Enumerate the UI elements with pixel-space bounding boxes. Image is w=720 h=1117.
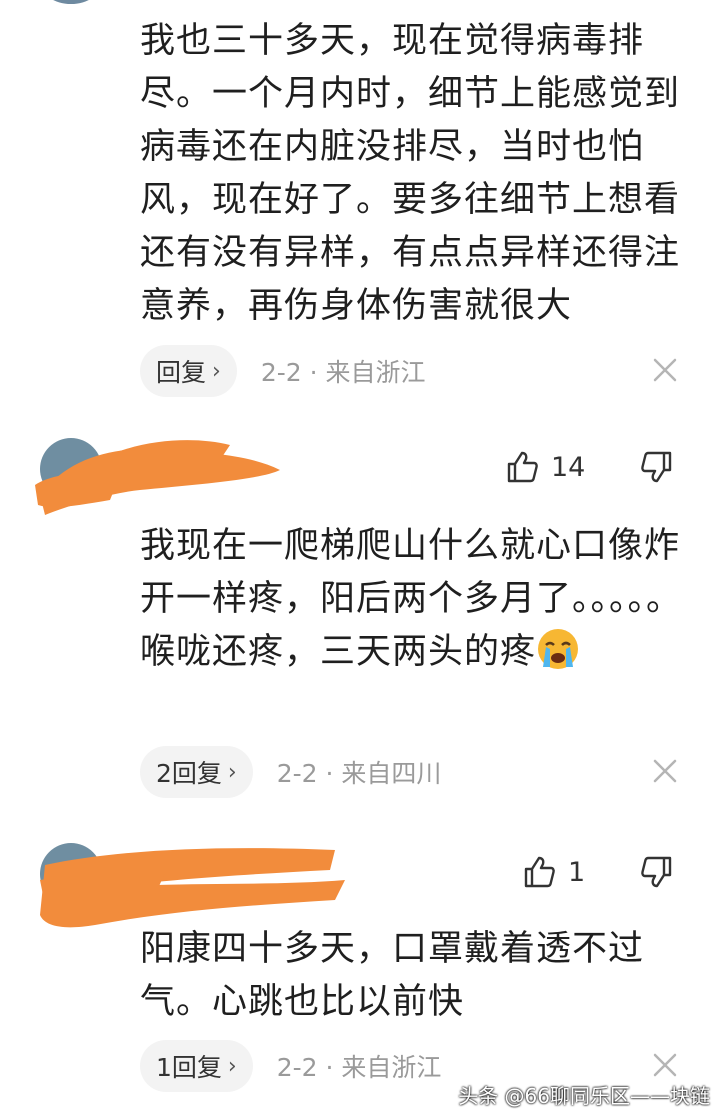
comment-date-location: 2-2 · 来自浙江: [261, 353, 426, 389]
like-count: 14: [551, 451, 586, 483]
comment-text: 阳康四十多天，口罩戴着透不过气。心跳也比以前快: [140, 929, 645, 1022]
comment-date-location: 2-2 · 来自浙江: [277, 1048, 442, 1084]
comment-date-location: 2-2 · 来自四川: [277, 754, 442, 790]
chevron-right-icon: ›: [212, 358, 221, 384]
comment-text: 我也三十多天，现在觉得病毒排尽。一个月内时，细节上能感觉到病毒还在内脏没排尽，当…: [140, 21, 681, 326]
redaction-scribble: [35, 440, 280, 515]
reply-label: 1回复: [156, 1053, 222, 1082]
thumbs-down-icon[interactable]: [640, 450, 674, 484]
like-control[interactable]: 14: [505, 450, 585, 484]
separator: ·: [309, 358, 318, 387]
comment-meta: 回复 › 2-2 · 来自浙江: [140, 345, 426, 397]
comment-date: 2-2: [260, 358, 302, 387]
separator: ·: [325, 1053, 334, 1082]
like-control[interactable]: 1: [522, 855, 585, 889]
chevron-right-icon: ›: [227, 759, 237, 785]
comment-text-content: 我现在一爬梯爬山什么就心口像炸开一样疼，阳后两个多月了。。。。。喉咙还疼，三天两…: [140, 526, 683, 672]
comment-location: 来自浙江: [341, 1053, 442, 1082]
watermark: 头条 @66聊同乐区——块链: [458, 1084, 710, 1108]
redaction-scribble: [40, 848, 345, 928]
reply-label: 2回复: [156, 759, 222, 788]
comment-date: 2-2: [276, 759, 318, 788]
reply-button[interactable]: 2回复 ›: [140, 746, 253, 798]
close-icon[interactable]: [652, 758, 678, 784]
close-icon[interactable]: [652, 357, 678, 383]
separator: ·: [325, 759, 334, 788]
like-count: 1: [568, 856, 586, 888]
close-icon[interactable]: [652, 1052, 678, 1078]
comment-meta: 2回复 › 2-2 · 来自四川: [140, 746, 441, 798]
comment-text: 我现在一爬梯爬山什么就心口像炸开一样疼，阳后两个多月了。。。。。喉咙还疼，三天两…: [140, 520, 700, 679]
comment-location: 来自浙江: [325, 358, 426, 387]
avatar[interactable]: [40, 0, 102, 4]
reply-button[interactable]: 回复 ›: [140, 345, 237, 397]
reply-button[interactable]: 1回复 ›: [140, 1040, 253, 1092]
thumbs-down-icon[interactable]: [640, 855, 674, 889]
comment-date: 2-2: [276, 1053, 318, 1082]
thumbs-up-icon: [507, 451, 538, 483]
crying-face-emoji: [538, 629, 579, 669]
chevron-right-icon: ›: [227, 1053, 237, 1079]
comment-location: 来自四川: [341, 759, 442, 788]
reply-label: 回复: [156, 358, 207, 387]
thumbs-up-icon: [524, 856, 555, 888]
comment-meta: 1回复 › 2-2 · 来自浙江: [140, 1040, 441, 1092]
